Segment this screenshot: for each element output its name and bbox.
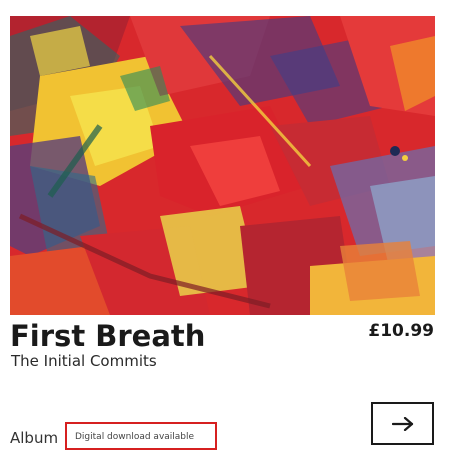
abstract-painting-artwork (10, 16, 435, 315)
artist-name[interactable]: The Initial Commits (11, 351, 157, 371)
price-label: £10.99 (368, 321, 434, 341)
format-label: Album (10, 429, 59, 447)
album-title[interactable]: First Breath (10, 316, 205, 356)
product-card: First Breath The Initial Commits £10.99 … (0, 0, 450, 460)
album-cover-image[interactable] (10, 16, 435, 315)
availability-highlight: Digital download available (65, 422, 217, 450)
view-product-button[interactable] (371, 402, 434, 445)
arrow-right-icon (391, 416, 413, 431)
availability-text: Digital download available (75, 432, 195, 442)
